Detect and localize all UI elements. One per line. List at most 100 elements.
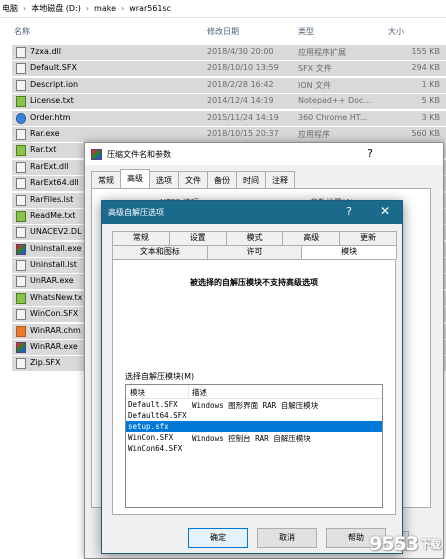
chevron-right-icon: ›: [23, 4, 27, 13]
dll-file-icon: [16, 178, 26, 190]
tab-advanced[interactable]: 高级: [282, 231, 341, 245]
tab-time[interactable]: 时间: [236, 171, 266, 188]
breadcrumb-item-make[interactable]: make: [94, 4, 116, 13]
file-size: 1 KB: [421, 79, 440, 89]
file-date: 2018/10/10 13:59: [207, 63, 279, 73]
sfx-file-icon: [16, 63, 26, 75]
breadcrumb-item-drive[interactable]: 本地磁盘 (D:): [31, 3, 81, 14]
column-header-name[interactable]: 名称: [14, 26, 30, 37]
file-name: WinCon.SFX: [30, 309, 79, 319]
dialog-titlebar[interactable]: 高级自解压选项 ? ✕: [102, 201, 402, 224]
tab-comment[interactable]: 注释: [265, 171, 295, 188]
list-header-description[interactable]: 描述: [192, 387, 207, 398]
archive-tabs: 常规 高级 选项 文件 备份 时间 注释: [91, 169, 295, 188]
watermark-logo: 9553 下载: [369, 533, 441, 555]
file-type: 应用程序: [298, 129, 330, 139]
tab-general[interactable]: 常规: [112, 231, 170, 245]
tab-files[interactable]: 文件: [178, 171, 208, 188]
file-row[interactable]: Rar.exe 2018/10/15 20:37 应用程序 560 KB: [0, 126, 446, 142]
tab-text-and-icon[interactable]: 文本和图标: [112, 245, 208, 259]
file-date: 2014/12/4 14:19: [207, 96, 274, 106]
chevron-right-icon: ›: [85, 4, 90, 13]
tab-module[interactable]: 模块: [301, 245, 398, 259]
notepad-icon: [16, 96, 26, 108]
file-icon: [16, 260, 26, 272]
file-name: Zip.SFX: [30, 358, 61, 368]
module-row[interactable]: WinCon.SFX Windows 控制台 RAR 自解压模块: [126, 432, 382, 443]
column-header-size[interactable]: 大小: [388, 26, 404, 37]
module-row[interactable]: Default.SFX Windows 图形界面 RAR 自解压模块: [126, 399, 382, 410]
file-name: UNACEV2.DL: [30, 227, 82, 237]
file-date: 2015/11/24 14:19: [207, 112, 279, 122]
file-name: 7zxa.dll: [30, 47, 61, 56]
file-name: Order.htm: [30, 112, 71, 122]
tab-options[interactable]: 选项: [149, 171, 179, 188]
advanced-sfx-options-dialog: 高级自解压选项 ? ✕ 常规 设置 模式 高级 更新 文本和图标 许可 模块 被…: [101, 200, 403, 554]
list-header-module[interactable]: 模块: [130, 387, 145, 398]
dialog-titlebar[interactable]: 压缩文件名和参数 ?: [85, 143, 443, 165]
file-type: 360 Chrome HT...: [298, 112, 368, 122]
winrar-icon: [16, 342, 26, 354]
file-name: WhatsNew.tx: [30, 292, 83, 302]
help-icon[interactable]: ?: [367, 147, 373, 160]
module-row[interactable]: Default64.SFX: [126, 410, 382, 421]
tab-license[interactable]: 许可: [206, 245, 303, 259]
dialog-title: 压缩文件名和参数: [107, 149, 171, 159]
file-name: License.txt: [30, 96, 74, 106]
exe-icon: [16, 128, 26, 140]
dll-file-icon: [16, 227, 26, 239]
tab-advanced[interactable]: 高级: [120, 169, 150, 188]
tab-update[interactable]: 更新: [339, 231, 397, 245]
file-name: RarExt.dll: [30, 161, 69, 171]
file-row[interactable]: Descript.ion 2018/2/28 16:42 ION 文件 1 KB: [0, 77, 446, 93]
file-row[interactable]: Default.SFX 2018/10/10 13:59 SFX 文件 294 KB: [0, 60, 446, 77]
tab-row: 文本和图标 许可 模块: [112, 245, 398, 259]
tab-setup[interactable]: 设置: [168, 231, 227, 245]
notepad-icon: [16, 145, 26, 157]
exe-icon: [16, 276, 26, 288]
browser-icon: [16, 112, 26, 124]
sfx-tabs: 常规 设置 模式 高级 更新 文本和图标 许可 模块: [112, 231, 398, 259]
dll-file-icon: [16, 161, 26, 173]
tab-modes[interactable]: 模式: [225, 231, 284, 245]
file-name: Uninstall.lst: [30, 260, 77, 270]
list-header: 模块 描述: [126, 385, 382, 399]
sfx-file-icon: [16, 309, 26, 321]
file-name: Descript.ion: [30, 79, 79, 89]
chevron-right-icon: ›: [121, 4, 125, 13]
help-icon[interactable]: ?: [346, 205, 352, 218]
module-row[interactable]: WinCon64.SFX: [126, 443, 382, 454]
breadcrumb-item-folder[interactable]: wrar561sc: [129, 4, 171, 13]
file-row[interactable]: 7zxa.dll 2018/4/30 20:00 应用程序扩展 155 KB: [0, 44, 446, 60]
file-type: SFX 文件: [298, 64, 332, 74]
file-date: 2018/2/28 16:42: [207, 79, 274, 89]
module-listbox[interactable]: 模块 描述 Default.SFX Windows 图形界面 RAR 自解压模块 …: [125, 384, 383, 508]
file-name: Uninstall.exe: [30, 243, 82, 253]
file-name: WinRAR.chm: [30, 325, 81, 335]
sfx-dialog-buttons: 确定 取消 帮助: [188, 528, 386, 548]
unsupported-message: 被选择的自解压模块不支持高级选项: [190, 278, 318, 287]
file-name: RarExt64.dll: [30, 178, 79, 188]
winrar-icon: [16, 243, 26, 255]
file-row[interactable]: Order.htm 2015/11/24 14:19 360 Chrome HT..…: [0, 110, 446, 126]
close-icon[interactable]: ✕: [380, 204, 390, 218]
breadcrumb: 电脑 › 本地磁盘 (D:) › make › wrar561sc: [0, 0, 446, 18]
module-name: Default.SFX: [128, 400, 178, 409]
column-header-type[interactable]: 类型: [298, 26, 314, 37]
breadcrumb-item-computer[interactable]: 电脑: [2, 3, 18, 14]
column-header-date[interactable]: 修改日期: [207, 26, 239, 37]
cancel-button[interactable]: 取消: [257, 528, 317, 548]
module-name: setup.sfx: [128, 422, 169, 431]
tab-general[interactable]: 常规: [91, 171, 121, 188]
watermark-suffix: 下载: [420, 538, 441, 551]
file-name: Default.SFX: [30, 63, 77, 73]
file-size: 155 KB: [411, 47, 440, 56]
module-row-selected[interactable]: setup.sfx: [126, 421, 382, 432]
winrar-icon: [91, 148, 102, 160]
file-date: 2018/4/30 20:00: [207, 47, 274, 56]
file-name: RarFiles.lst: [30, 194, 74, 204]
ok-button[interactable]: 确定: [188, 528, 248, 548]
file-row[interactable]: License.txt 2014/12/4 14:19 Notepad++ Doc.…: [0, 93, 446, 110]
tab-backup[interactable]: 备份: [207, 171, 237, 188]
file-name: Rar.txt: [30, 145, 57, 155]
